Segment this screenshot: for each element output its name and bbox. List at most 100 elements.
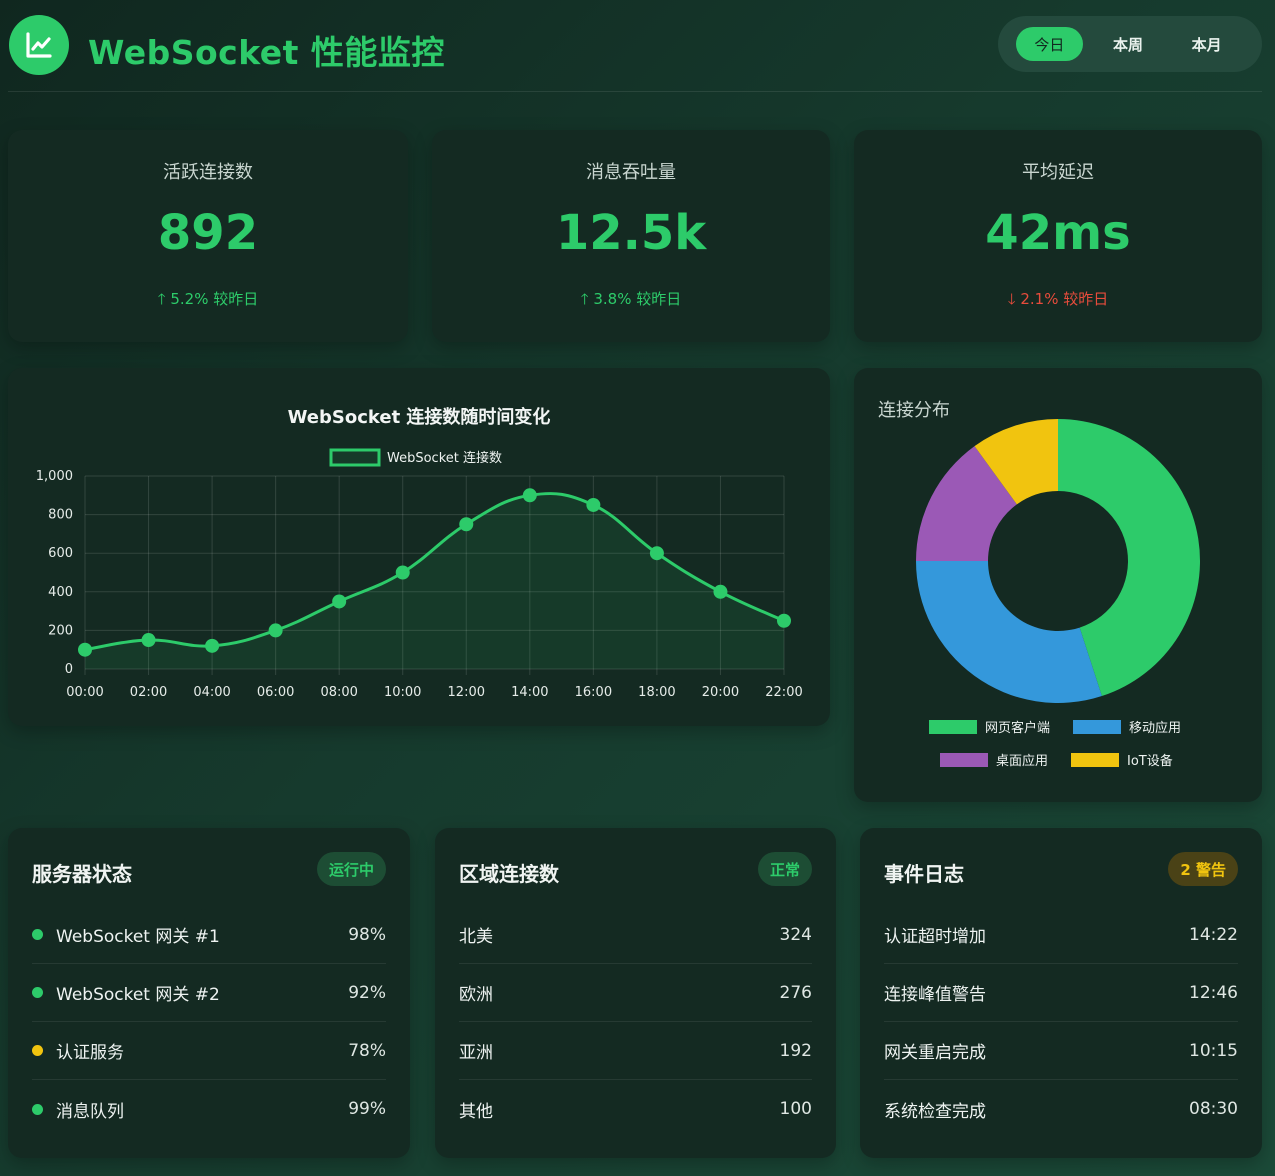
x-tick-label: 10:00 [384, 685, 421, 700]
status-dot [32, 1045, 43, 1056]
range-month-button[interactable]: 本月 [1173, 27, 1240, 61]
list-item[interactable]: 认证超时增加 14:22 [884, 906, 1238, 964]
x-tick-label: 16:00 [575, 685, 612, 700]
data-point[interactable] [459, 517, 474, 532]
stat-change: 🡓 2.1% 较昨日 [854, 288, 1262, 314]
item-value: 99% [348, 1099, 386, 1119]
y-tick-label: 0 [65, 662, 73, 677]
item-name: 亚洲 [459, 1043, 493, 1063]
chart-line-icon [26, 32, 52, 58]
list-item[interactable]: 网关重启完成 10:15 [884, 1022, 1238, 1080]
stat-card-active-connections: 活跃连接数 892 🡑 5.2% 较昨日 [8, 130, 408, 342]
donut-chart: 网页客户端 移动应用桌面应用 IoT设备 [916, 419, 1200, 769]
status-dot [32, 987, 43, 998]
list-item: 欧洲 276 [459, 964, 812, 1022]
stat-change-text: 5.2% 较昨日 [170, 290, 259, 308]
data-point[interactable] [78, 642, 92, 657]
legend-label: WebSocket 连接数 [387, 450, 502, 466]
legend-swatch[interactable] [929, 720, 977, 734]
series-area-fill [85, 493, 784, 669]
y-tick-label: 800 [48, 508, 73, 523]
range-today-button[interactable]: 今日 [1016, 27, 1083, 61]
status-badge: 运行中 [316, 852, 386, 886]
item-name: WebSocket 网关 #1 [56, 927, 220, 947]
stat-change-text: 2.1% 较昨日 [1020, 290, 1109, 308]
header: WebSocket 性能监控 今日 本周 本月 [8, 12, 1262, 92]
y-tick-label: 200 [48, 623, 73, 638]
data-point[interactable] [586, 497, 601, 512]
data-point[interactable] [522, 488, 537, 503]
data-point[interactable] [268, 623, 283, 638]
stat-value: 892 [157, 205, 259, 261]
item-value: 78% [348, 1040, 386, 1061]
data-point[interactable] [395, 565, 410, 580]
stat-change-text: 3.8% 较昨日 [593, 290, 682, 308]
panel-title: 区域连接数 [459, 862, 559, 886]
y-tick-label: 1,000 [36, 469, 73, 484]
legend-label: 移动应用 [1129, 720, 1181, 736]
arrow-down-icon: 🡓 [1007, 290, 1016, 308]
item-name: 其他 [459, 1101, 493, 1122]
list-item: 认证服务 78% [32, 1022, 386, 1080]
legend-swatch[interactable] [1073, 720, 1121, 734]
server-status-panel: 服务器状态 运行中 WebSocket 网关 #1 98% WebSocket … [8, 828, 410, 1158]
list-item: WebSocket 网关 #2 92% [32, 964, 386, 1022]
item-time: 12:46 [1189, 982, 1238, 1003]
status-badge: 正常 [757, 852, 812, 886]
donut-slice[interactable] [916, 561, 1102, 703]
status-dot [32, 929, 43, 940]
legend-swatch[interactable] [940, 753, 988, 767]
event-log-panel: 事件日志 2 警告 认证超时增加 14:22 连接峰值警告 12:46 网关重启完成… [860, 828, 1262, 1158]
data-point[interactable] [777, 613, 791, 628]
item-name: 认证服务 [56, 1043, 124, 1063]
item-name: 认证超时增加 [884, 927, 986, 947]
x-tick-label: 04:00 [193, 685, 230, 700]
stat-value: 12.5k [555, 205, 707, 261]
list-item[interactable]: 连接峰值警告 12:46 [884, 964, 1238, 1022]
item-value: 324 [779, 924, 812, 945]
item-value: 276 [779, 982, 812, 1003]
logo [9, 15, 69, 75]
legend-label: 网页客户端 [985, 720, 1050, 736]
range-week-button[interactable]: 本周 [1095, 27, 1162, 61]
arrow-up-icon: 🡑 [580, 290, 589, 308]
list-item: 亚洲 192 [459, 1022, 812, 1080]
legend-swatch[interactable] [329, 448, 381, 467]
item-time: 14:22 [1189, 924, 1238, 945]
item-value: 98% [348, 924, 386, 945]
x-tick-label: 08:00 [320, 685, 357, 700]
legend-swatch[interactable] [1071, 753, 1119, 767]
x-tick-label: 20:00 [702, 685, 739, 700]
distribution-card: 连接分布 网页客户端 移动应用 桌面应用 IoT设备 [854, 368, 1262, 802]
stat-change: 🡑 5.2% 较昨日 [8, 288, 408, 314]
x-tick-label: 14:00 [511, 685, 548, 700]
item-value: 92% [348, 982, 386, 1003]
stat-label: 平均延迟 [1022, 162, 1094, 183]
data-point[interactable] [141, 633, 156, 648]
item-name: 消息队列 [56, 1101, 124, 1122]
item-name: 网关重启完成 [884, 1043, 986, 1063]
x-tick-label: 22:00 [765, 685, 802, 700]
item-name: WebSocket 网关 #2 [56, 985, 220, 1005]
y-tick-label: 400 [48, 585, 73, 600]
data-point[interactable] [649, 546, 664, 561]
x-tick-label: 06:00 [257, 685, 294, 700]
data-point[interactable] [713, 584, 728, 599]
x-tick-label: 02:00 [130, 685, 167, 700]
list-item: 北美 324 [459, 906, 812, 964]
stat-change: 🡑 3.8% 较昨日 [432, 288, 830, 314]
x-tick-label: 12:00 [448, 685, 485, 700]
item-time: 08:30 [1189, 1099, 1238, 1119]
line-chart-card: WebSocket 连接数随时间变化 WebSocket 连接数 0 200 400 6… [8, 368, 830, 726]
data-point[interactable] [332, 594, 347, 609]
item-name: 北美 [459, 927, 493, 947]
item-value: 100 [779, 1099, 812, 1119]
list-item[interactable]: 系统检查完成 08:30 [884, 1080, 1238, 1138]
region-connections-panel: 区域连接数 正常 北美 324 欧洲 276 亚洲 192 其他 100 [435, 828, 836, 1158]
legend-label: IoT设备 [1127, 753, 1173, 769]
x-tick-label: 18:00 [638, 685, 675, 700]
list-item: 其他 100 [459, 1080, 812, 1138]
list-item: 消息队列 99% [32, 1080, 386, 1138]
data-point[interactable] [205, 638, 220, 653]
stat-value: 42ms [985, 205, 1131, 261]
